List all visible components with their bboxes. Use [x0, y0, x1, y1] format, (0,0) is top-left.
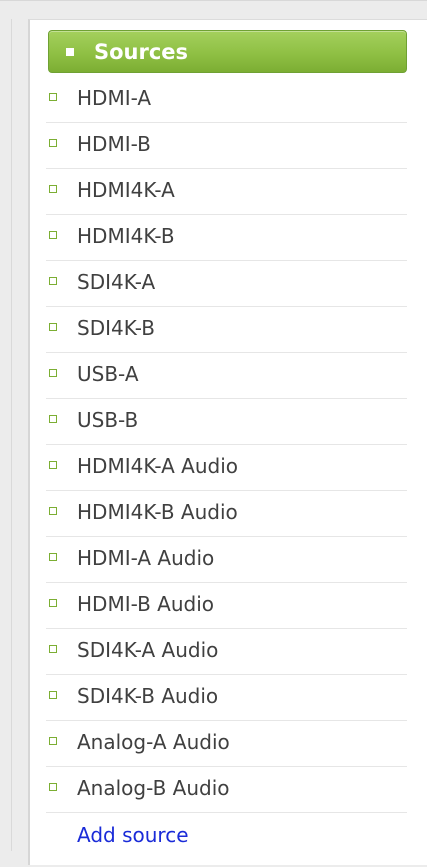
square-bullet-icon: [49, 461, 57, 469]
square-bullet-icon: [49, 553, 57, 561]
source-item-sdi4k-a-audio[interactable]: SDI4K-A Audio: [46, 629, 407, 675]
source-label: USB-A: [77, 362, 139, 386]
source-label: HDMI-B: [77, 132, 151, 156]
square-bullet-icon: [49, 783, 57, 791]
square-bullet-icon: [49, 415, 57, 423]
source-item-hdmi-b-audio[interactable]: HDMI-B Audio: [46, 583, 407, 629]
square-bullet-icon: [49, 737, 57, 745]
square-bullet-icon: [49, 599, 57, 607]
source-label: HDMI-B Audio: [77, 592, 215, 616]
source-label: SDI4K-B Audio: [77, 684, 219, 708]
square-bullet-icon: [49, 277, 57, 285]
source-item-hdmi-b[interactable]: HDMI-B: [46, 123, 407, 169]
add-source-row: Add source: [46, 813, 407, 857]
square-bullet-icon: [49, 139, 57, 147]
square-bullet-icon: [49, 93, 57, 101]
square-bullet-icon: [49, 185, 57, 193]
add-source-link[interactable]: Add source: [77, 822, 189, 848]
source-item-hdmi4k-b-audio[interactable]: HDMI4K-B Audio: [46, 491, 407, 537]
square-bullet-icon: [49, 691, 57, 699]
source-label: Analog-B Audio: [77, 776, 230, 800]
source-item-hdmi-a-audio[interactable]: HDMI-A Audio: [46, 537, 407, 583]
left-divider: [11, 19, 12, 851]
source-label: HDMI-A: [77, 86, 152, 110]
sources-list: HDMI-A HDMI-B HDMI4K-A HDMI4K-B SDI4K-A …: [46, 77, 407, 857]
source-item-usb-a[interactable]: USB-A: [46, 353, 407, 399]
source-label: SDI4K-A Audio: [77, 638, 219, 662]
source-item-hdmi4k-a-audio[interactable]: HDMI4K-A Audio: [46, 445, 407, 491]
source-label: HDMI4K-A: [77, 178, 175, 202]
source-label: USB-B: [77, 408, 139, 432]
square-bullet-icon: [49, 645, 57, 653]
source-label: HDMI4K-A Audio: [77, 454, 238, 478]
source-item-hdmi-a[interactable]: HDMI-A: [46, 77, 407, 123]
source-label: Analog-A Audio: [77, 730, 230, 754]
source-item-sdi4k-b-audio[interactable]: SDI4K-B Audio: [46, 675, 407, 721]
source-label: HDMI4K-B Audio: [77, 500, 238, 524]
square-bullet-icon: [49, 323, 57, 331]
source-label: HDMI-A Audio: [77, 546, 215, 570]
square-bullet-icon: [66, 48, 74, 56]
source-item-analog-a-audio[interactable]: Analog-A Audio: [46, 721, 407, 767]
source-label: SDI4K-A: [77, 270, 156, 294]
source-label: SDI4K-B: [77, 316, 155, 340]
page-frame: Sources HDMI-A HDMI-B HDMI4K-A HDMI4K-B …: [0, 0, 427, 867]
square-bullet-icon: [49, 231, 57, 239]
square-bullet-icon: [49, 507, 57, 515]
source-label: HDMI4K-B: [77, 224, 175, 248]
source-item-hdmi4k-a[interactable]: HDMI4K-A: [46, 169, 407, 215]
source-item-hdmi4k-b[interactable]: HDMI4K-B: [46, 215, 407, 261]
source-item-sdi4k-a[interactable]: SDI4K-A: [46, 261, 407, 307]
source-item-sdi4k-b[interactable]: SDI4K-B: [46, 307, 407, 353]
sources-header[interactable]: Sources: [48, 30, 407, 73]
source-item-usb-b[interactable]: USB-B: [46, 399, 407, 445]
sources-panel: Sources HDMI-A HDMI-B HDMI4K-A HDMI4K-B …: [28, 19, 427, 865]
source-item-analog-b-audio[interactable]: Analog-B Audio: [46, 767, 407, 813]
sources-title: Sources: [94, 40, 189, 64]
square-bullet-icon: [49, 369, 57, 377]
